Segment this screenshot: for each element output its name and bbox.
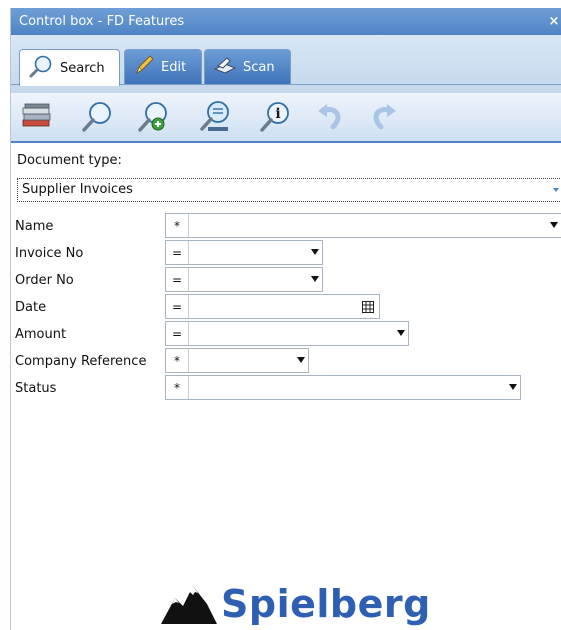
search-info-button[interactable]: i [257,101,293,137]
doctype-value: Supplier Invoices [22,182,133,197]
chevron-down-icon [397,330,405,336]
tab-edit-label: Edit [161,59,187,75]
date-label: Date [15,300,47,315]
order-no-operator[interactable]: = [166,268,189,291]
order-no-label: Order No [15,273,74,288]
calendar-icon[interactable] [362,301,374,317]
company-reference-label: Company Reference [15,354,147,369]
doctype-select[interactable]: Supplier Invoices [17,178,561,202]
chevron-down-icon [311,276,319,282]
undo-icon [315,101,347,137]
title-bar: Control box - FD Features × [11,8,561,35]
amount-label: Amount [15,327,67,342]
close-button[interactable]: × [546,8,561,35]
spielberg-logo: Spielberg [161,580,431,628]
search-button[interactable] [79,101,115,137]
invoice-no-operator[interactable]: = [166,241,189,264]
magnifier-icon [28,54,54,82]
date-operator[interactable]: = [166,295,189,318]
status-operator[interactable]: * [166,376,189,399]
search-info-icon: i [258,100,292,138]
status-label: Status [15,381,57,396]
pencil-icon [133,54,155,80]
control-box-panel: Control box - FD Features × Search Edit [10,8,561,630]
search-document-button[interactable] [197,101,233,137]
doctype-label: Document type: [17,153,122,168]
company-reference-field[interactable]: * [165,348,309,373]
invoice-no-field[interactable]: = [165,240,323,265]
date-field[interactable]: = [165,294,380,319]
undo-button[interactable] [313,101,349,137]
search-document-icon [198,100,232,138]
amount-operator[interactable]: = [166,322,189,345]
tab-search[interactable]: Search [19,49,120,86]
order-no-field[interactable]: = [165,267,323,292]
status-field[interactable]: * [165,375,521,400]
window-title: Control box - FD Features [19,14,185,29]
chevron-down-icon [311,249,319,255]
name-operator[interactable]: * [166,214,189,237]
svg-text:i: i [275,106,280,122]
search-add-icon [136,100,170,138]
invoice-no-label: Invoice No [15,246,84,261]
redo-icon [367,101,399,137]
chevron-down-icon [509,384,517,390]
tab-scan[interactable]: Scan [204,49,291,84]
chevron-down-icon [550,222,558,228]
mountain-logo-icon [161,580,217,628]
active-tab-joint [20,84,119,86]
document-stack-button[interactable] [19,101,55,137]
name-label: Name [15,219,54,234]
search-icon [80,100,114,138]
search-add-button[interactable] [135,101,171,137]
tab-edit[interactable]: Edit [124,49,202,84]
redo-button[interactable] [365,101,401,137]
tab-search-label: Search [60,60,105,76]
toolbar: i [11,93,561,143]
company-reference-operator[interactable]: * [166,349,189,372]
chevron-down-icon [553,188,559,192]
name-field[interactable]: * [165,213,561,238]
tab-scan-label: Scan [243,59,275,75]
amount-field[interactable]: = [165,321,409,346]
logo-text: Spielberg [221,582,431,626]
scanner-icon [213,55,237,79]
document-stack-icon [20,102,54,136]
tab-strip: Search Edit Scan [11,35,561,93]
chevron-down-icon [297,357,305,363]
